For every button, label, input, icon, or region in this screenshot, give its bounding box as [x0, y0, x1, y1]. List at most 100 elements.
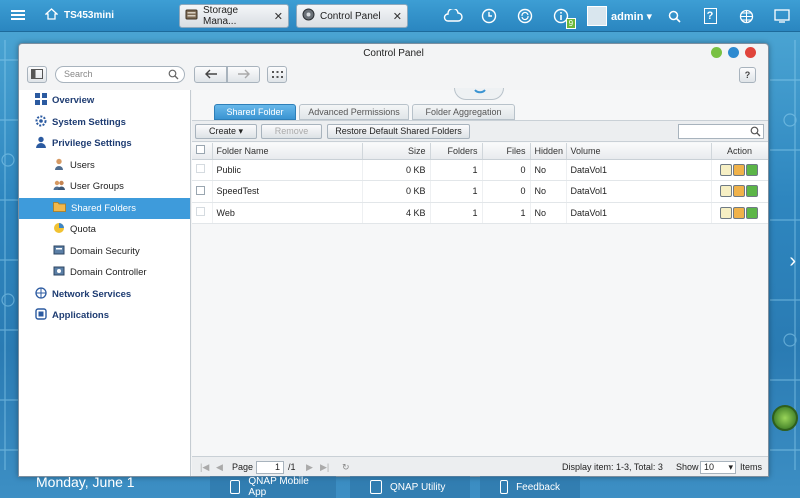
edit-icon[interactable] — [720, 163, 732, 176]
refresh-icon[interactable] — [746, 206, 758, 219]
tab-shared-folder[interactable]: Shared Folder — [214, 104, 296, 120]
sidebar-item-privilege-settings[interactable]: Privilege Settings — [19, 133, 190, 155]
sidebar: Overview System Settings Privilege Setti… — [19, 90, 191, 476]
sidebar-item-system-settings[interactable]: System Settings — [19, 112, 190, 134]
refresh-icon[interactable] — [746, 185, 758, 198]
dock-item-qnap-utility[interactable]: QNAP Utility — [350, 476, 470, 498]
collapse-handle[interactable] — [454, 88, 504, 100]
folder-size: 0 KB — [362, 180, 431, 203]
refresh-icon[interactable] — [746, 163, 758, 176]
language-icon[interactable] — [735, 5, 757, 27]
sidebar-item-label: Domain Controller — [70, 267, 147, 279]
column-header[interactable]: Folders — [430, 143, 483, 160]
home-button[interactable]: TS453mini — [44, 8, 114, 23]
apps-grid-button[interactable] — [267, 66, 287, 83]
sidebar-item-label: Privilege Settings — [52, 138, 132, 150]
sidebar-item-network-services[interactable]: Network Services — [19, 284, 190, 306]
overview-icon — [35, 93, 47, 108]
column-header[interactable]: Volume — [566, 143, 712, 160]
volume-value: DataVol1 — [566, 202, 712, 224]
user-menu[interactable]: admin ▾ — [611, 10, 652, 23]
action-cell — [711, 159, 768, 181]
sync-icon[interactable] — [514, 5, 536, 27]
permission-icon[interactable] — [733, 185, 745, 198]
close-tab-icon[interactable]: ✕ — [393, 10, 402, 23]
user-icon — [53, 158, 65, 173]
cloud-icon[interactable] — [442, 5, 464, 27]
dashboard-icon[interactable] — [771, 5, 793, 27]
tab-folder-aggregation[interactable]: Folder Aggregation — [412, 104, 515, 120]
last-page-icon[interactable]: ▶| — [320, 462, 329, 473]
sidebar-item-label: Shared Folders — [71, 202, 136, 214]
page-input[interactable]: 1 — [256, 461, 284, 474]
table-row[interactable]: SpeedTest 0 KB 1 0 No DataVol1 — [192, 180, 768, 203]
action-cell — [711, 180, 768, 203]
column-header[interactable]: Files — [482, 143, 531, 160]
info-icon[interactable]: 9 — [550, 5, 577, 29]
tab-label: Control Panel — [320, 10, 381, 22]
avatar[interactable] — [587, 6, 608, 26]
sidebar-item-users[interactable]: Users — [19, 155, 190, 177]
search-input[interactable]: Search — [55, 66, 185, 83]
forward-button[interactable] — [227, 66, 260, 83]
maximize-icon[interactable] — [728, 47, 739, 58]
window-toolbar: Search ? — [19, 64, 768, 90]
items-label: Items — [740, 462, 763, 472]
minimize-icon[interactable] — [711, 47, 722, 58]
edit-icon[interactable] — [720, 185, 732, 198]
search-icon[interactable] — [168, 69, 179, 85]
dock-item-feedback[interactable]: Feedback — [480, 476, 580, 498]
user-group-icon — [53, 179, 65, 194]
sidebar-item-user-groups[interactable]: User Groups — [19, 176, 190, 198]
back-button[interactable] — [194, 66, 227, 83]
row-checkbox[interactable] — [196, 185, 205, 195]
select-all-checkbox[interactable] — [196, 145, 205, 155]
dock-item-mobile-app[interactable]: QNAP Mobile App — [210, 476, 336, 498]
row-checkbox[interactable] — [196, 207, 205, 217]
clock-icon[interactable] — [478, 5, 500, 27]
prev-page-icon[interactable]: ◀ — [216, 462, 223, 473]
action-cell — [711, 202, 768, 224]
sidebar-item-shared-folders[interactable]: Shared Folders — [19, 197, 190, 219]
sidebar-item-domain-security[interactable]: Domain Security — [19, 241, 190, 263]
table-row[interactable]: Public 0 KB 1 0 No DataVol1 — [192, 159, 768, 181]
tab-storage-manager[interactable]: Storage Mana... ✕ — [179, 4, 289, 28]
next-page-icon[interactable]: ▶ — [306, 462, 313, 473]
sidebar-item-label: Users — [70, 159, 95, 171]
create-button[interactable]: Create ▾ — [195, 124, 257, 139]
search-icon[interactable] — [663, 5, 685, 27]
refresh-page-icon[interactable]: ↻ — [342, 462, 350, 473]
tab-control-panel[interactable]: Control Panel ✕ — [296, 4, 408, 28]
sidebar-item-overview[interactable]: Overview — [19, 90, 190, 112]
permission-icon[interactable] — [733, 163, 745, 176]
per-page-select[interactable]: 10 ▾ — [700, 461, 736, 474]
close-tab-icon[interactable]: ✕ — [274, 10, 283, 23]
notification-badge: 9 — [565, 18, 577, 29]
settings-widget-icon[interactable] — [772, 405, 798, 431]
restore-default-button[interactable]: Restore Default Shared Folders — [327, 124, 470, 139]
main-menu-icon[interactable] — [10, 7, 26, 23]
column-header[interactable]: Size — [362, 143, 431, 160]
column-header[interactable]: Folder Name — [212, 143, 363, 160]
column-header[interactable]: Hidden — [530, 143, 567, 160]
tab-advanced-permissions[interactable]: Advanced Permissions — [299, 104, 409, 120]
sidebar-item-quota[interactable]: Quota — [19, 219, 190, 241]
filter-input[interactable] — [678, 124, 764, 139]
search-icon[interactable] — [750, 126, 761, 139]
chevron-down-icon: ▾ — [728, 462, 733, 472]
sidebar-item-applications[interactable]: Applications — [19, 305, 190, 327]
next-desktop-icon[interactable]: › — [789, 250, 796, 273]
help-icon[interactable]: ? — [699, 5, 721, 27]
sidebar-item-domain-controller[interactable]: Domain Controller — [19, 262, 190, 284]
first-page-icon[interactable]: |◀ — [200, 462, 209, 473]
permission-icon[interactable] — [733, 206, 745, 219]
column-header[interactable]: Action — [711, 143, 768, 160]
row-checkbox[interactable] — [196, 164, 205, 174]
window-help-button[interactable]: ? — [739, 67, 756, 83]
table-row[interactable]: Web 4 KB 1 1 No DataVol1 — [192, 202, 768, 224]
sidebar-toggle-button[interactable] — [27, 66, 47, 83]
close-window-icon[interactable] — [745, 47, 756, 58]
edit-icon[interactable] — [720, 206, 732, 219]
folder-size: 4 KB — [362, 202, 431, 224]
remove-button[interactable]: Remove — [261, 124, 322, 139]
